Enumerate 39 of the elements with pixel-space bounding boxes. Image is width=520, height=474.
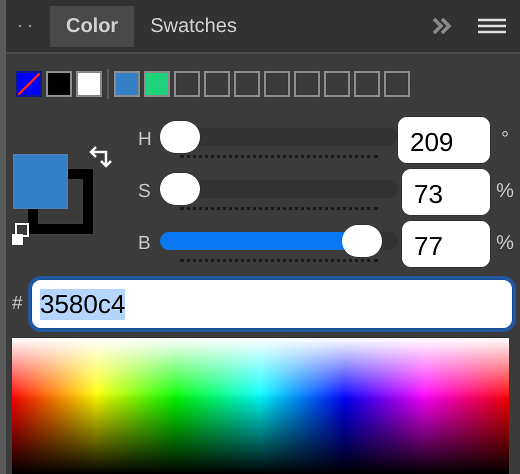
background-color-swatch[interactable] (28, 169, 93, 234)
slider-thumb[interactable] (342, 224, 382, 256)
color-swatch[interactable] (76, 71, 102, 97)
empty-swatch[interactable] (384, 71, 410, 97)
menu-icon[interactable] (478, 18, 506, 34)
empty-swatch[interactable] (204, 71, 230, 97)
unit-label: ° (500, 128, 510, 151)
hex-input-field[interactable]: 3580c4 (28, 276, 516, 332)
no-color-swatch[interactable] (16, 71, 42, 97)
double-chevron-icon[interactable] (432, 17, 452, 35)
value-field[interactable]: 209 (398, 116, 490, 162)
tab[interactable]: Swatches (134, 6, 253, 46)
value-field[interactable]: 77 (402, 220, 490, 266)
foreground-color-swatch[interactable] (13, 154, 68, 209)
unit-label: % (495, 232, 515, 255)
tab[interactable]: Color (50, 6, 134, 46)
color-swatch[interactable] (46, 71, 72, 97)
value-field[interactable]: 73 (402, 168, 490, 214)
slider[interactable] (160, 120, 398, 158)
empty-swatch[interactable] (234, 71, 260, 97)
slider-label: H (138, 128, 153, 150)
slider[interactable] (160, 172, 398, 210)
empty-swatch[interactable] (174, 71, 200, 97)
color-swatch[interactable] (114, 71, 140, 97)
empty-swatch[interactable] (324, 71, 350, 97)
hash-label: # (12, 293, 24, 315)
slider-label: B (138, 232, 152, 254)
slider[interactable] (160, 224, 398, 262)
unit-label: % (495, 180, 515, 203)
slider-thumb[interactable] (160, 120, 200, 152)
hex-value: 3580c4 (40, 288, 126, 320)
slider-label: S (138, 180, 152, 202)
color-swatch[interactable] (144, 71, 170, 97)
swap-arrows-icon[interactable] (88, 144, 114, 170)
empty-swatch[interactable] (354, 71, 380, 97)
empty-swatch[interactable] (294, 71, 320, 97)
slider-thumb[interactable] (160, 172, 200, 204)
color-spectrum[interactable] (12, 338, 509, 474)
empty-swatch[interactable] (264, 71, 290, 97)
